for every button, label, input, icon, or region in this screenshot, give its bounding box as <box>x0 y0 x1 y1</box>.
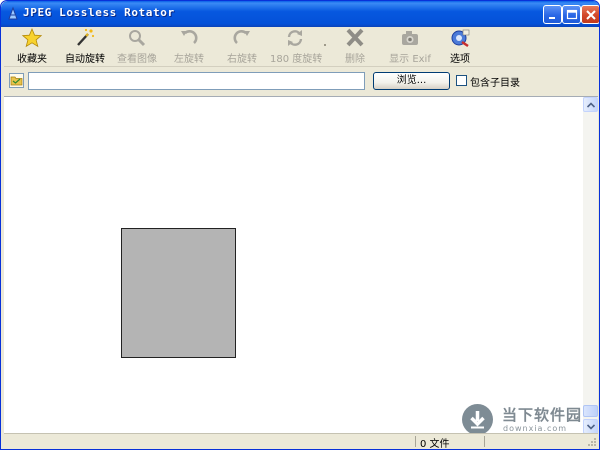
window-title: JPEG Lossless Rotator <box>23 6 175 19</box>
options-button[interactable]: 选项 <box>446 28 474 65</box>
file-count-status: 0 文件 <box>420 439 450 450</box>
options-icon <box>451 29 470 48</box>
vertical-scrollbar[interactable] <box>583 97 598 434</box>
options-label: 选项 <box>450 54 470 65</box>
app-logo-icon <box>8 6 18 20</box>
folder-icon-button[interactable] <box>9 73 24 88</box>
show-exif-label: 显示 Exif <box>389 54 431 65</box>
rotate-left-button[interactable]: 左旋转 <box>171 28 207 65</box>
auto-rotate-button[interactable]: 自动旋转 <box>62 28 108 65</box>
magnifier-icon <box>129 30 146 47</box>
resize-grip-icon[interactable] <box>586 436 597 447</box>
toolbar: 收藏夹 自动旋转 查看图像 左旋转 右旋转 180 度旋转 删除 显示 Exif… <box>4 27 598 67</box>
rotate-right-button[interactable]: 右旋转 <box>224 28 260 65</box>
status-divider <box>484 436 485 447</box>
view-image-button[interactable]: 查看图像 <box>116 28 158 65</box>
browse-button[interactable]: 浏览... <box>373 72 450 90</box>
include-subdirs-checkbox[interactable] <box>456 75 467 86</box>
rotate-left-icon <box>181 30 198 44</box>
magic-wand-icon <box>77 28 95 46</box>
thumbnail-pane[interactable] <box>4 96 598 434</box>
close-button[interactable] <box>581 5 599 24</box>
delete-label: 删除 <box>345 54 365 65</box>
rotate-180-button[interactable]: 180 度旋转 <box>270 28 323 65</box>
include-subdirs-label: 包含子目录 <box>470 78 520 89</box>
download-arrow-icon <box>462 404 493 435</box>
maximize-icon <box>566 9 578 20</box>
rotate-180-icon <box>287 30 303 46</box>
delete-x-icon <box>346 28 364 47</box>
folder-icon <box>10 76 23 86</box>
star-icon <box>21 28 43 48</box>
scroll-up-button[interactable] <box>583 97 598 112</box>
rotate-left-label: 左旋转 <box>174 54 204 65</box>
toolbar-separator <box>324 44 326 46</box>
image-thumbnail[interactable] <box>121 228 236 358</box>
view-image-label: 查看图像 <box>117 54 157 65</box>
app-window: JPEG Lossless Rotator 收藏夹 自动旋转 查看图像 左旋转 … <box>0 0 600 450</box>
rotate-right-label: 右旋转 <box>227 54 257 65</box>
maximize-button[interactable] <box>562 5 581 24</box>
chevron-up-icon <box>587 102 595 108</box>
watermark-name: 当下软件园 <box>502 406 583 424</box>
rotate-180-label: 180 度旋转 <box>270 54 323 65</box>
auto-rotate-label: 自动旋转 <box>65 54 105 65</box>
close-icon <box>586 10 596 20</box>
delete-button[interactable]: 删除 <box>337 28 373 65</box>
title-bar[interactable]: JPEG Lossless Rotator <box>1 1 599 27</box>
minimize-icon <box>549 17 555 19</box>
rotate-right-icon <box>233 30 250 44</box>
status-divider <box>415 436 416 447</box>
camera-icon <box>402 31 418 45</box>
minimize-button[interactable] <box>543 5 562 24</box>
show-exif-button[interactable]: 显示 Exif <box>387 28 433 65</box>
watermark-url: downxia.com <box>503 424 568 433</box>
site-watermark: 当下软件园 downxia.com <box>462 404 590 435</box>
favorites-button[interactable]: 收藏夹 <box>12 28 52 65</box>
address-row: 浏览... 包含子目录 <box>4 68 598 94</box>
status-bar: 0 文件 <box>4 433 598 450</box>
folder-path-input[interactable] <box>28 72 365 90</box>
favorites-label: 收藏夹 <box>17 54 47 65</box>
